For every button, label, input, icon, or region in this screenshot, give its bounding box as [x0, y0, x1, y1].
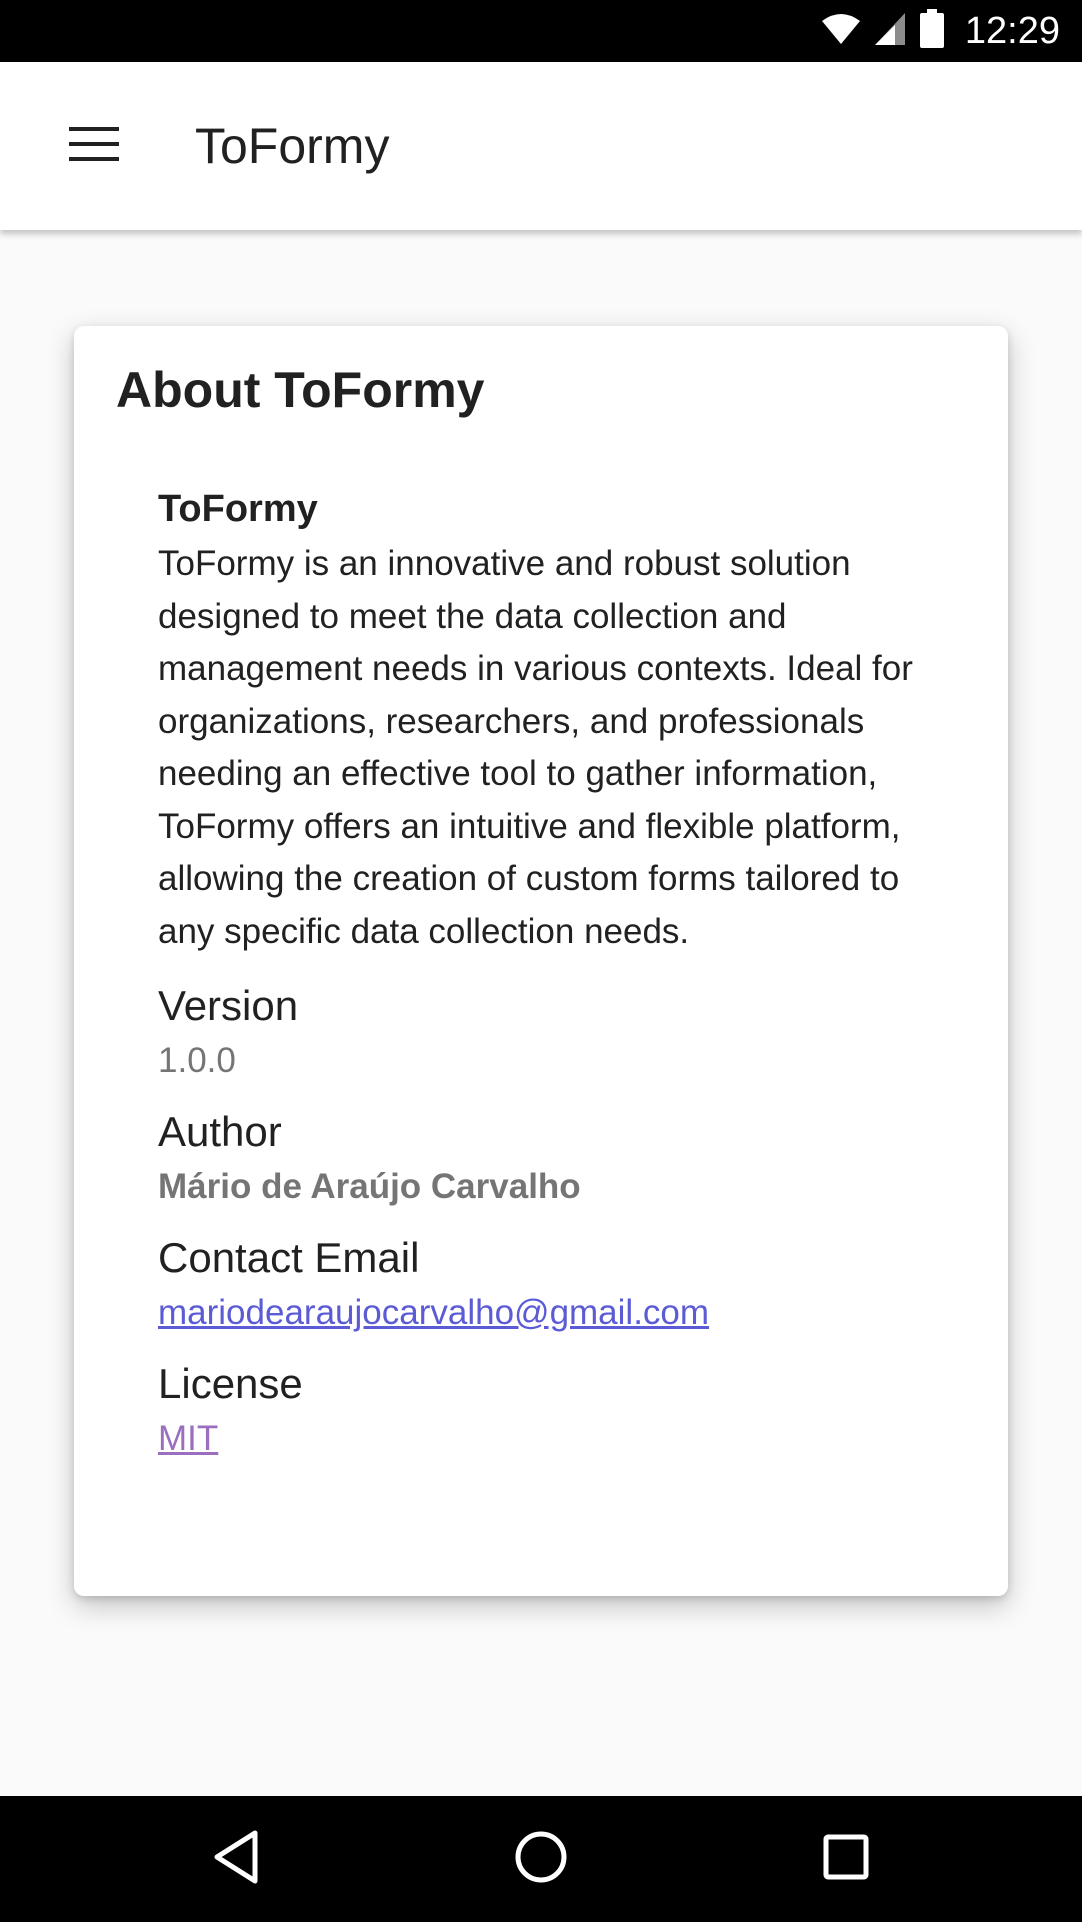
- app-bar: ToFormy: [0, 62, 1082, 230]
- recents-icon: [822, 1833, 870, 1886]
- cell-signal-icon: [873, 11, 907, 52]
- menu-icon: [69, 126, 119, 167]
- navigation-bar: [0, 1796, 1082, 1922]
- version-section: Version 1.0.0: [158, 980, 938, 1086]
- contact-link-wrap: mariodearaujocarvalho@gmail.com: [158, 1288, 938, 1338]
- status-icons: 12:29: [821, 0, 1060, 62]
- contact-label: Contact Email: [158, 1234, 420, 1281]
- app-name: ToFormy: [158, 488, 318, 530]
- author-label: Author: [158, 1108, 282, 1155]
- menu-button[interactable]: [44, 96, 144, 196]
- wifi-icon: [821, 12, 861, 51]
- about-card: About ToFormy ToFormy ToFormy is an inno…: [74, 326, 1008, 1596]
- card-title: About ToFormy: [116, 362, 485, 418]
- app-title: ToFormy: [195, 118, 390, 174]
- contact-section: Contact Email mariodearaujocarvalho@gmai…: [158, 1232, 938, 1338]
- home-icon: [514, 1830, 568, 1889]
- license-label: License: [158, 1360, 303, 1407]
- recents-button[interactable]: [801, 1814, 891, 1904]
- card-content: ToFormy ToFormy is an innovative and rob…: [158, 486, 938, 1464]
- home-button[interactable]: [496, 1814, 586, 1904]
- version-label: Version: [158, 982, 299, 1029]
- back-button[interactable]: [191, 1814, 281, 1904]
- license-link-wrap: MIT: [158, 1414, 938, 1464]
- author-value: Mário de Araújo Carvalho: [158, 1167, 581, 1206]
- status-bar: 12:29: [0, 0, 1082, 62]
- license-link[interactable]: MIT: [158, 1419, 218, 1458]
- app-description: ToFormy is an innovative and robust solu…: [158, 544, 913, 951]
- contact-email-link[interactable]: mariodearaujocarvalho@gmail.com: [158, 1293, 709, 1332]
- battery-icon: [919, 8, 945, 54]
- back-icon: [211, 1829, 261, 1890]
- status-time: 12:29: [964, 9, 1060, 52]
- version-value: 1.0.0: [158, 1041, 236, 1080]
- author-section: Author Mário de Araújo Carvalho: [158, 1106, 938, 1212]
- license-section: License MIT: [158, 1358, 938, 1464]
